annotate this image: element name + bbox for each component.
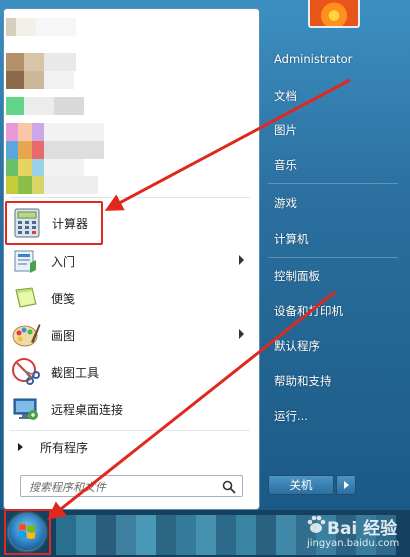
scissors-icon [10,356,42,388]
right-item-control-panel[interactable]: 控制面板 [274,268,320,284]
paint-palette-icon [10,319,42,351]
blurred-program-entry[interactable] [6,18,76,36]
right-item-computer[interactable]: 计算机 [274,231,309,247]
right-item-run[interactable]: 运行... [274,408,308,424]
search-input[interactable] [29,478,219,497]
chevron-right-icon [343,481,349,489]
search-icon[interactable] [222,479,236,498]
blurred-program-entry[interactable] [6,53,76,71]
program-label: 便笺 [51,291,76,306]
shutdown-options-button[interactable] [336,475,356,495]
shutdown-button[interactable]: 关机 [268,475,334,495]
right-item-user[interactable]: Administrator [274,52,352,66]
blurred-program-entry[interactable] [6,141,104,159]
separator [268,257,398,258]
right-item-default-programs[interactable]: 默认程序 [274,338,320,354]
all-programs-label: 所有程序 [40,440,89,455]
remote-desktop-icon [10,393,42,425]
separator [10,430,250,431]
separator [268,183,398,184]
paw-logo-icon [307,515,326,533]
user-avatar[interactable] [308,0,360,28]
program-label: 截图工具 [51,365,100,380]
program-getting-started[interactable]: 入门 [6,244,248,278]
program-label: 计算器 [52,216,89,231]
program-calculator[interactable]: 计算器 [5,201,103,245]
program-label: 入门 [51,254,76,269]
watermark-url: jingyan.baidu.com [307,538,400,549]
right-item-documents[interactable]: 文档 [274,88,297,104]
program-snipping-tool[interactable]: 截图工具 [6,355,248,389]
search-box[interactable] [20,475,243,497]
start-button-highlight [4,509,51,555]
submenu-arrow-icon[interactable] [239,255,244,265]
separator [10,197,250,198]
blurred-program-entry[interactable] [6,97,84,115]
shutdown-label: 关机 [289,478,313,492]
blurred-program-entry[interactable] [6,159,84,177]
right-item-music[interactable]: 音乐 [274,157,297,173]
getting-started-icon [10,245,42,277]
watermark-main: Bai 经验 [327,519,398,539]
program-remote-desktop[interactable]: 远程桌面连接 [6,392,248,426]
sticky-notes-icon [10,282,42,314]
baidu-watermark: Bai 经验 jingyan.baidu.com [305,514,405,554]
blurred-program-entry[interactable] [6,71,74,89]
program-label: 画图 [51,328,76,343]
calculator-icon [11,207,43,239]
blurred-program-entry[interactable] [6,176,98,194]
blurred-program-entry[interactable] [6,123,104,141]
submenu-arrow-icon[interactable] [239,329,244,339]
program-sticky-notes[interactable]: 便笺 [6,281,248,315]
program-label: 远程桌面连接 [51,402,124,417]
right-item-help-support[interactable]: 帮助和支持 [274,373,332,389]
right-item-devices-printers[interactable]: 设备和打印机 [274,303,343,319]
program-paint[interactable]: 画图 [6,318,248,352]
all-programs-button[interactable]: 所有程序 [10,436,250,458]
right-item-games[interactable]: 游戏 [274,195,297,211]
expand-arrow-icon [18,443,23,451]
right-item-pictures[interactable]: 图片 [274,122,297,138]
